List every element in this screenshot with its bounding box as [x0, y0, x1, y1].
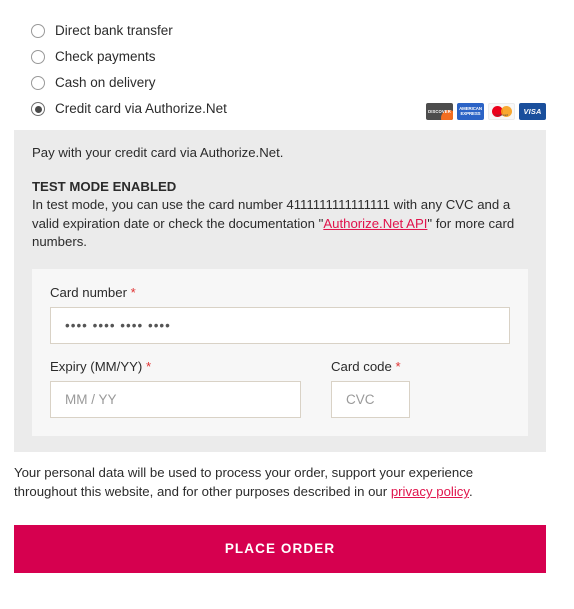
radio-direct-bank-transfer[interactable]	[31, 24, 45, 38]
privacy-policy-link[interactable]: privacy policy	[391, 484, 469, 499]
expiry-field-group: Expiry (MM/YY) *	[50, 359, 301, 419]
payment-box-intro: Pay with your credit card via Authorize.…	[32, 145, 284, 160]
payment-method-label: Direct bank transfer	[55, 23, 173, 39]
payment-method-check-payments[interactable]: Check payments	[0, 44, 574, 70]
payment-method-direct-bank-transfer[interactable]: Direct bank transfer	[0, 18, 574, 44]
card-code-label: Card code *	[331, 359, 410, 374]
expiry-input[interactable]	[50, 381, 301, 419]
expiry-cvc-row: Expiry (MM/YY) * Card code *	[50, 359, 510, 419]
payment-method-label: Cash on delivery	[55, 75, 156, 91]
test-mode-title: TEST MODE ENABLED	[32, 178, 177, 194]
accepted-cards-icons: DISCOVER AMERICAN EXPRESS mastercard VIS…	[426, 103, 546, 120]
required-marker: *	[130, 285, 136, 301]
required-marker: *	[395, 359, 401, 375]
mastercard-card-icon: mastercard	[488, 103, 515, 120]
card-number-label: Card number *	[50, 285, 510, 300]
amex-card-icon: AMERICAN EXPRESS	[457, 103, 484, 120]
visa-card-icon: VISA	[519, 103, 546, 120]
expiry-label: Expiry (MM/YY) *	[50, 359, 301, 374]
privacy-policy-note: Your personal data will be used to proce…	[14, 463, 534, 501]
discover-card-icon: DISCOVER	[426, 103, 453, 120]
payment-method-label: Check payments	[55, 49, 156, 65]
privacy-text-after-link: .	[468, 484, 473, 500]
radio-check-payments[interactable]	[31, 50, 45, 64]
card-code-input[interactable]	[331, 381, 410, 419]
required-marker: *	[145, 359, 152, 375]
card-number-label-text: Card number	[50, 285, 127, 301]
credit-card-form: Card number * Expiry (MM/YY) * Card code…	[32, 269, 528, 437]
place-order-button[interactable]: PLACE ORDER	[14, 525, 546, 573]
expiry-label-text: Expiry (MM/YY)	[50, 359, 143, 375]
payment-method-label: Credit card via Authorize.Net	[55, 101, 227, 117]
card-code-label-text: Card code	[331, 359, 392, 375]
authorize-net-api-link[interactable]: Authorize.Net API	[323, 216, 427, 231]
radio-cash-on-delivery[interactable]	[31, 76, 45, 90]
radio-credit-card-authorize-net[interactable]	[31, 102, 45, 116]
authorize-net-payment-box: Pay with your credit card via Authorize.…	[14, 130, 546, 453]
test-mode-description: In test mode, you can use the card numbe…	[32, 196, 528, 252]
card-code-field-group: Card code *	[331, 359, 410, 419]
payment-method-cash-on-delivery[interactable]: Cash on delivery	[0, 70, 574, 96]
mastercard-circles: mastercard	[491, 106, 512, 117]
card-number-input[interactable]	[50, 307, 510, 345]
